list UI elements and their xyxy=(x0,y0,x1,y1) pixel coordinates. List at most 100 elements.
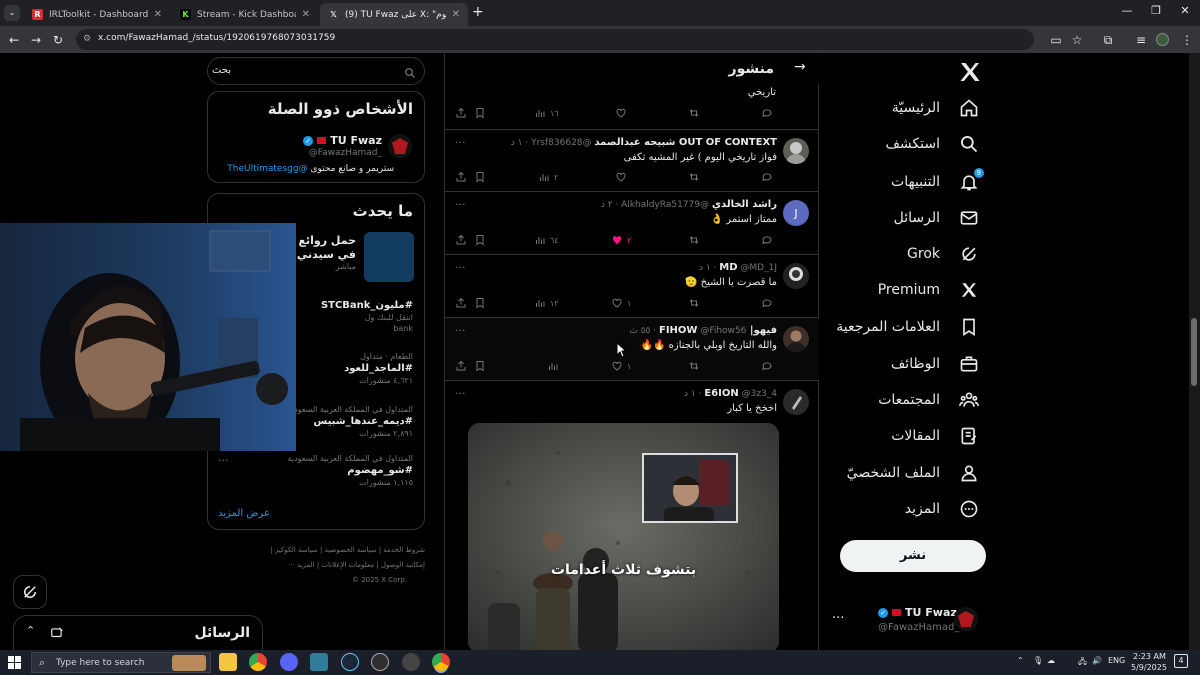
bookmark-icon[interactable] xyxy=(474,297,486,309)
author-handle[interactable]: @AlkhaldyRa51779 xyxy=(621,200,709,210)
notification-center-icon[interactable]: 4 xyxy=(1174,654,1188,668)
profile-avatar[interactable] xyxy=(1156,33,1169,46)
avatar[interactable] xyxy=(783,326,809,352)
minimize-button[interactable]: — xyxy=(1114,4,1140,17)
share-icon[interactable] xyxy=(455,297,467,309)
more-icon[interactable]: ··· xyxy=(455,261,466,274)
search-input[interactable]: بحث xyxy=(207,57,425,85)
reply-media-video[interactable]: بتشوف ثلاث أعدامات xyxy=(468,423,779,650)
chrome-icon[interactable] xyxy=(249,653,267,671)
clock-time[interactable]: 2:23 AM xyxy=(1133,652,1166,661)
bookmark-icon[interactable] xyxy=(474,360,486,372)
more-icon[interactable]: ··· xyxy=(455,198,466,211)
avatar[interactable] xyxy=(783,138,809,164)
more-icon[interactable]: ··· xyxy=(455,387,466,400)
tab-irltoolkit[interactable]: R IRLToolkit - Dashboard ✕ xyxy=(24,3,170,26)
retweet-icon[interactable] xyxy=(688,297,700,309)
retweet-icon[interactable] xyxy=(688,107,700,119)
like-icon[interactable]: ١ xyxy=(611,297,631,309)
person-name-row[interactable]: TU Fwaz ✓ xyxy=(303,134,382,147)
bookmark-icon[interactable] xyxy=(474,107,486,119)
nav-messages[interactable]: الرسائل xyxy=(894,205,980,231)
avatar[interactable] xyxy=(783,389,809,415)
bookmark-star-icon[interactable]: ☆ xyxy=(1068,31,1086,49)
timestamp[interactable]: ٥٥ ث xyxy=(629,326,650,336)
author-handle[interactable]: @Yrsf836628 xyxy=(531,138,591,148)
chrome-menu-icon[interactable]: ⋮ xyxy=(1178,31,1196,49)
more-icon[interactable]: ··· xyxy=(455,324,466,337)
author-name[interactable]: OUT OF CONTEXT شبيحه عبدالصمد xyxy=(594,137,777,148)
trend-item[interactable]: المتداول في المملكة العربية السعودية #شو… xyxy=(288,454,413,487)
like-icon[interactable] xyxy=(615,171,627,183)
tab-kick[interactable]: K Stream - Kick Dashboard ✕ xyxy=(172,3,318,26)
account-switcher[interactable]: ··· TU Fwaz ✓ @FawazHamad_ xyxy=(818,603,998,643)
nav-premium[interactable]: Premium xyxy=(878,277,980,303)
chrome-active-icon[interactable] xyxy=(432,653,450,671)
author-handle[interactable]: @MD_1J xyxy=(740,263,777,273)
obs-icon[interactable] xyxy=(371,653,389,671)
views-icon[interactable]: ٢ xyxy=(538,171,558,183)
gamebar-icon[interactable] xyxy=(402,653,420,671)
bookmark-icon[interactable] xyxy=(474,234,486,246)
windows-start-icon[interactable] xyxy=(8,656,21,669)
more-icon[interactable]: ··· xyxy=(455,136,466,149)
promo-item[interactable]: حمل روائع الأو في سيدني مباشر xyxy=(276,232,414,282)
clock-date[interactable]: 5/9/2025 xyxy=(1131,663,1167,672)
show-more-link[interactable]: عرض المزيد xyxy=(218,508,270,519)
nav-jobs[interactable]: الوظائف xyxy=(891,351,980,377)
site-info-icon[interactable]: ⚙ xyxy=(83,34,91,44)
terminal-icon[interactable] xyxy=(310,653,328,671)
timestamp[interactable]: ١ د xyxy=(511,138,523,148)
bookmark-icon[interactable] xyxy=(474,171,486,183)
avatar[interactable] xyxy=(388,134,412,158)
author-name[interactable]: راشد الخالدي xyxy=(712,199,777,210)
bio-link[interactable]: @TheUltimatesgg xyxy=(227,164,307,174)
page-scrollbar[interactable] xyxy=(1189,53,1200,650)
close-tab-icon[interactable]: ✕ xyxy=(154,9,162,20)
nav-explore[interactable]: استكشف xyxy=(885,131,980,157)
taskbar-search-input[interactable]: ⌕ Type here to search xyxy=(31,652,211,673)
extensions-icon[interactable]: ⧉ xyxy=(1099,31,1117,49)
tab-x-post[interactable]: 𝕏 (9) TU Fwaz على X: "حاكم اليوم ✕ xyxy=(320,3,468,26)
url-text[interactable]: x.com/FawazHamad_/status/192061976807303… xyxy=(98,33,335,43)
share-icon[interactable] xyxy=(455,360,467,372)
expand-icon[interactable]: ⌃ xyxy=(26,624,35,637)
trend-item[interactable]: الطعام · متداول #الماجد_للعود ٤,٦٢١ منشو… xyxy=(344,352,413,385)
nav-profile[interactable]: الملف الشخصيّ xyxy=(847,460,980,486)
cloud-icon[interactable]: ☁ xyxy=(1047,656,1055,665)
timestamp[interactable]: ١ د xyxy=(684,389,696,399)
file-explorer-icon[interactable] xyxy=(219,653,237,671)
media-controls-icon[interactable]: ≡ xyxy=(1132,31,1150,49)
share-icon[interactable] xyxy=(455,234,467,246)
volume-icon[interactable]: 🔊 xyxy=(1092,656,1102,665)
close-tab-icon[interactable]: ✕ xyxy=(302,9,310,20)
footer-line[interactable]: إمكانية الوصول | معلومات الإعلانات | الم… xyxy=(210,558,425,573)
retweet-icon[interactable] xyxy=(688,234,700,246)
share-icon[interactable] xyxy=(455,171,467,183)
scrollbar-thumb[interactable] xyxy=(1191,318,1197,386)
timestamp[interactable]: ٢ د xyxy=(601,200,613,210)
reply-icon[interactable] xyxy=(761,297,773,309)
language-indicator[interactable]: ENG xyxy=(1108,656,1125,665)
back-icon[interactable]: ← xyxy=(5,31,23,49)
reply-icon[interactable] xyxy=(761,107,773,119)
close-tab-icon[interactable]: ✕ xyxy=(452,9,460,20)
nav-home[interactable]: الرئيسيّة xyxy=(892,95,980,121)
like-icon[interactable]: ٢ xyxy=(611,234,631,246)
tab-search-button[interactable]: ⌄ xyxy=(4,5,20,21)
tray-chevron-icon[interactable]: ⌃ xyxy=(1017,656,1024,665)
share-icon[interactable] xyxy=(455,107,467,119)
messages-drawer[interactable]: الرسائل ⌃ xyxy=(13,615,263,650)
grok-floating-button[interactable] xyxy=(13,575,47,609)
nav-more[interactable]: المزيد xyxy=(905,496,980,522)
cast-icon[interactable]: ▭ xyxy=(1047,31,1065,49)
steam-icon[interactable] xyxy=(341,653,359,671)
views-icon[interactable]: ١٢ xyxy=(534,297,559,309)
reply-icon[interactable] xyxy=(761,171,773,183)
forward-icon[interactable]: → xyxy=(27,31,45,49)
nav-notifications[interactable]: التنبيهات 9 xyxy=(891,168,984,195)
url-bar[interactable]: ⚙ x.com/FawazHamad_/status/1920619768073… xyxy=(76,29,1034,50)
trend-item[interactable]: المتداول في المملكة العربية السعودية #دي… xyxy=(288,405,413,438)
reply-icon[interactable] xyxy=(761,234,773,246)
post-button[interactable]: نشر xyxy=(840,540,986,572)
